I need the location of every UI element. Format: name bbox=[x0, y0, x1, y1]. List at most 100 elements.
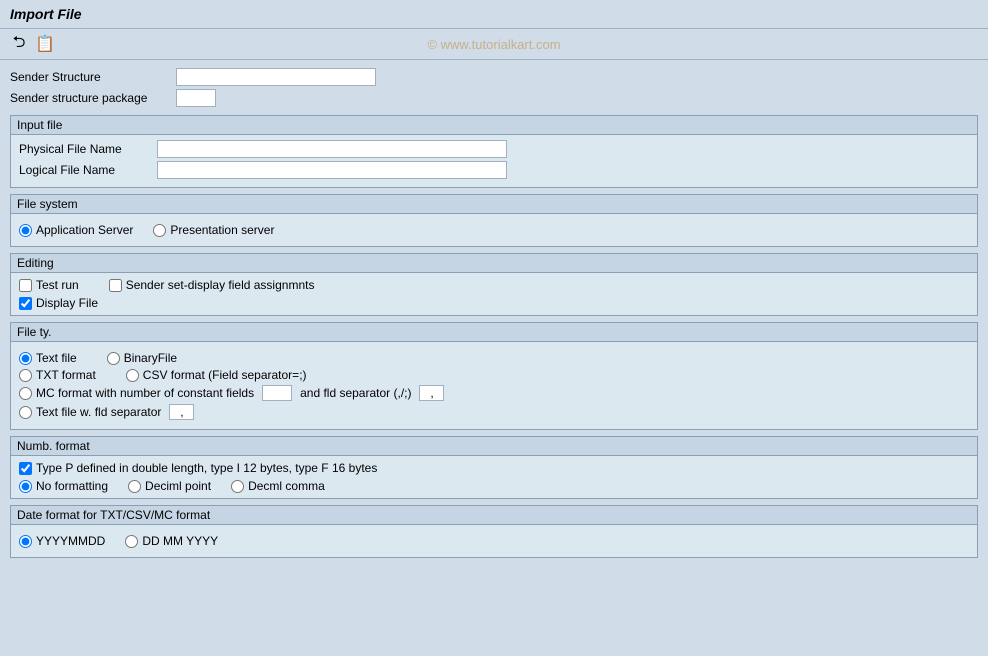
numb-checkbox-row: Type P defined in double length, type I … bbox=[19, 461, 969, 475]
deciml-point-radio[interactable] bbox=[128, 480, 141, 493]
clipboard-icon[interactable]: 📋 bbox=[34, 33, 56, 55]
mc-format-radio[interactable] bbox=[19, 387, 32, 400]
binary-file-option[interactable]: BinaryFile bbox=[107, 351, 177, 365]
mc-sep-input[interactable] bbox=[419, 385, 444, 401]
sender-structure-row: Sender Structure bbox=[10, 68, 978, 86]
binary-file-radio[interactable] bbox=[107, 352, 120, 365]
date-format-header: Date format for TXT/CSV/MC format bbox=[11, 506, 977, 525]
sender-package-input[interactable] bbox=[176, 89, 216, 107]
mc-format-option[interactable]: MC format with number of constant fields bbox=[19, 386, 254, 400]
file-system-label: File system bbox=[17, 197, 78, 211]
display-file-checkbox[interactable] bbox=[19, 297, 32, 310]
mc-format-label: MC format with number of constant fields bbox=[36, 386, 254, 400]
date-radio-row: YYYYMMDD DD MM YYYY bbox=[19, 530, 969, 552]
display-file-label: Display File bbox=[36, 296, 98, 310]
text-fld-sep-label: Text file w. fld separator bbox=[36, 405, 161, 419]
mc-format-row: MC format with number of constant fields… bbox=[19, 385, 969, 401]
decml-comma-label: Decml comma bbox=[248, 479, 325, 493]
sender-set-label: Sender set-display field assignmnts bbox=[126, 278, 315, 292]
text-fld-sep-input[interactable] bbox=[169, 404, 194, 420]
file-type-body: Text file BinaryFile TXT format CSV form… bbox=[11, 342, 977, 429]
presentation-server-radio[interactable] bbox=[153, 224, 166, 237]
presentation-server-label: Presentation server bbox=[170, 223, 274, 237]
type-p-label: Type P defined in double length, type I … bbox=[36, 461, 377, 475]
dd-mm-yyyy-option[interactable]: DD MM YYYY bbox=[125, 534, 218, 548]
filety-grid: Text file BinaryFile TXT format CSV form… bbox=[19, 347, 969, 424]
logical-file-row: Logical File Name bbox=[19, 161, 969, 179]
application-server-label: Application Server bbox=[36, 223, 133, 237]
file-system-radio-group: Application Server Presentation server bbox=[19, 219, 969, 241]
filety-row1: Text file BinaryFile bbox=[19, 351, 969, 365]
sender-package-row: Sender structure package bbox=[10, 89, 978, 107]
text-fld-sep-radio[interactable] bbox=[19, 406, 32, 419]
dd-mm-yyyy-label: DD MM YYYY bbox=[142, 534, 218, 548]
page-title: Import File bbox=[10, 6, 82, 22]
deciml-point-option[interactable]: Deciml point bbox=[128, 479, 211, 493]
text-file-radio[interactable] bbox=[19, 352, 32, 365]
input-file-label: Input file bbox=[17, 118, 62, 132]
sender-set-checkbox[interactable] bbox=[109, 279, 122, 292]
no-formatting-radio[interactable] bbox=[19, 480, 32, 493]
no-formatting-option[interactable]: No formatting bbox=[19, 479, 108, 493]
input-file-body: Physical File Name Logical File Name bbox=[11, 135, 977, 187]
csv-format-label: CSV format (Field separator=;) bbox=[143, 368, 307, 382]
decml-comma-radio[interactable] bbox=[231, 480, 244, 493]
editing-label: Editing bbox=[17, 256, 54, 270]
editing-body: Test run Sender set-display field assign… bbox=[11, 273, 977, 315]
numb-format-body: Type P defined in double length, type I … bbox=[11, 456, 977, 498]
input-file-section: Input file Physical File Name Logical Fi… bbox=[10, 115, 978, 188]
physical-file-label: Physical File Name bbox=[19, 142, 149, 156]
sender-structure-label: Sender Structure bbox=[10, 70, 170, 84]
text-fld-sep-option[interactable]: Text file w. fld separator bbox=[19, 405, 161, 419]
editing-header: Editing bbox=[11, 254, 977, 273]
file-type-header: File ty. bbox=[11, 323, 977, 342]
text-file-option[interactable]: Text file bbox=[19, 351, 77, 365]
decml-comma-option[interactable]: Decml comma bbox=[231, 479, 325, 493]
sender-set-option[interactable]: Sender set-display field assignmnts bbox=[109, 278, 315, 292]
toolbar: ⮌ 📋 © www.tutorialkart.com bbox=[0, 29, 988, 60]
file-system-section: File system Application Server Presentat… bbox=[10, 194, 978, 247]
yyyymmdd-radio[interactable] bbox=[19, 535, 32, 548]
yyyymmdd-option[interactable]: YYYYMMDD bbox=[19, 534, 105, 548]
application-server-radio[interactable] bbox=[19, 224, 32, 237]
filety-row2: TXT format CSV format (Field separator=;… bbox=[19, 368, 969, 382]
file-type-label: File ty. bbox=[17, 325, 51, 339]
logical-file-input[interactable] bbox=[157, 161, 507, 179]
deciml-point-label: Deciml point bbox=[145, 479, 211, 493]
csv-format-option[interactable]: CSV format (Field separator=;) bbox=[126, 368, 307, 382]
yyyymmdd-label: YYYYMMDD bbox=[36, 534, 105, 548]
date-format-body: YYYYMMDD DD MM YYYY bbox=[11, 525, 977, 557]
presentation-server-option[interactable]: Presentation server bbox=[153, 223, 274, 237]
dd-mm-yyyy-radio[interactable] bbox=[125, 535, 138, 548]
editing-section: Editing Test run Sender set-display fiel… bbox=[10, 253, 978, 316]
numb-radio-row: No formatting Deciml point Decml comma bbox=[19, 479, 969, 493]
csv-format-radio[interactable] bbox=[126, 369, 139, 382]
test-run-checkbox[interactable] bbox=[19, 279, 32, 292]
logical-file-label: Logical File Name bbox=[19, 163, 149, 177]
test-run-option[interactable]: Test run bbox=[19, 278, 79, 292]
numb-format-header: Numb. format bbox=[11, 437, 977, 456]
application-server-option[interactable]: Application Server bbox=[19, 223, 133, 237]
text-fld-sep-row: Text file w. fld separator bbox=[19, 404, 969, 420]
date-format-section: Date format for TXT/CSV/MC format YYYYMM… bbox=[10, 505, 978, 558]
editing-row1: Test run Sender set-display field assign… bbox=[19, 278, 969, 292]
text-file-label: Text file bbox=[36, 351, 77, 365]
input-file-header: Input file bbox=[11, 116, 977, 135]
physical-file-input[interactable] bbox=[157, 140, 507, 158]
type-p-checkbox[interactable] bbox=[19, 462, 32, 475]
mc-fields-input[interactable] bbox=[262, 385, 292, 401]
txt-format-radio[interactable] bbox=[19, 369, 32, 382]
binary-file-label: BinaryFile bbox=[124, 351, 177, 365]
type-p-option[interactable]: Type P defined in double length, type I … bbox=[19, 461, 377, 475]
numb-format-label: Numb. format bbox=[17, 439, 90, 453]
top-fields: Sender Structure Sender structure packag… bbox=[10, 68, 978, 107]
back-icon[interactable]: ⮌ bbox=[8, 33, 30, 55]
sender-package-label: Sender structure package bbox=[10, 91, 170, 105]
txt-format-label: TXT format bbox=[36, 368, 96, 382]
file-system-body: Application Server Presentation server bbox=[11, 214, 977, 246]
sender-structure-input[interactable] bbox=[176, 68, 376, 86]
display-file-option[interactable]: Display File bbox=[19, 296, 98, 310]
physical-file-row: Physical File Name bbox=[19, 140, 969, 158]
txt-format-option[interactable]: TXT format bbox=[19, 368, 96, 382]
title-bar: Import File bbox=[0, 0, 988, 29]
